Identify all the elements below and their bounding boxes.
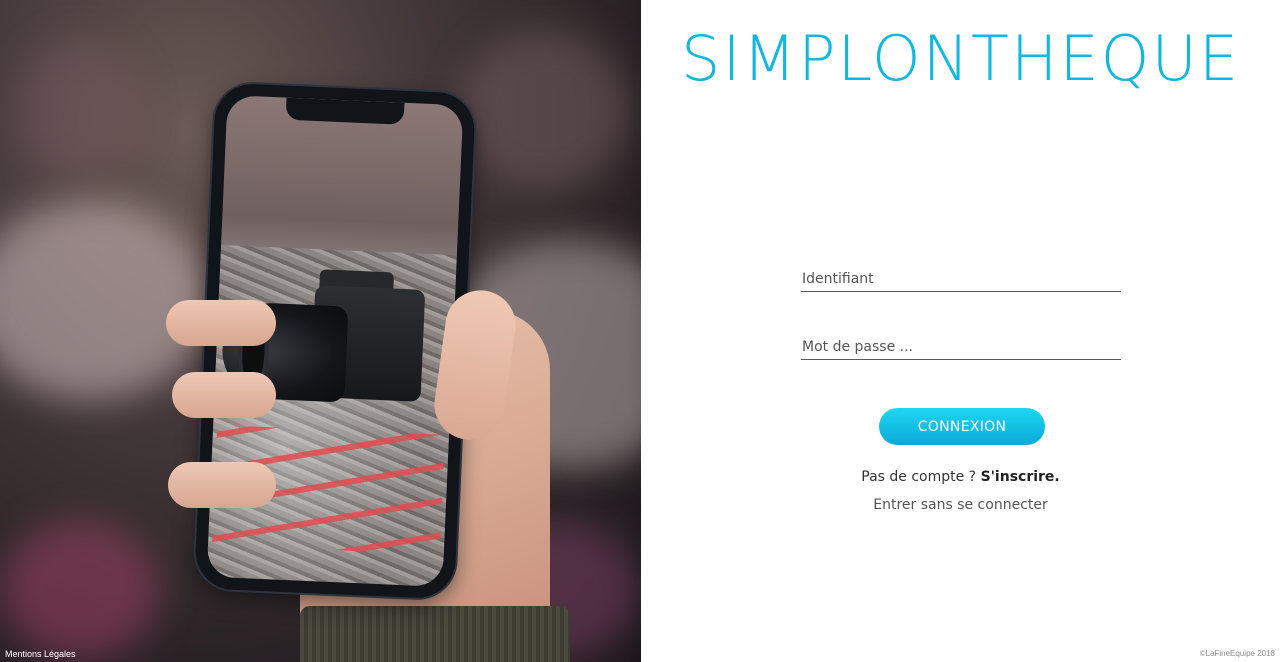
finger-illustration bbox=[172, 372, 276, 418]
guest-entry-link[interactable]: Entrer sans se connecter bbox=[641, 497, 1280, 513]
login-form bbox=[801, 268, 1121, 360]
signup-prompt: Pas de compte ? S'inscrire. bbox=[641, 469, 1280, 485]
background-blur bbox=[0, 520, 160, 660]
login-page: Mentions Légales SIMPLONTHEQUE CONNEXION… bbox=[0, 0, 1280, 662]
signup-prompt-text: Pas de compte ? bbox=[861, 469, 981, 485]
copyright-notice: ©LaFineEquipe 2018 bbox=[1199, 649, 1275, 658]
signup-link[interactable]: S'inscrire. bbox=[981, 469, 1060, 485]
background-blur bbox=[460, 30, 630, 190]
sleeve-illustration bbox=[300, 606, 570, 662]
background-blur bbox=[0, 200, 210, 400]
username-input[interactable] bbox=[801, 268, 1121, 292]
login-panel: SIMPLONTHEQUE CONNEXION Pas de compte ? … bbox=[641, 0, 1280, 662]
brand-title: SIMPLONTHEQUE bbox=[680, 22, 1241, 95]
finger-illustration bbox=[166, 300, 276, 346]
background-blur bbox=[20, 40, 140, 180]
finger-illustration bbox=[168, 462, 276, 508]
hero-photo: Mentions Légales bbox=[0, 0, 641, 662]
password-input[interactable] bbox=[801, 336, 1121, 360]
phone-notch bbox=[285, 97, 405, 125]
login-button[interactable]: CONNEXION bbox=[879, 408, 1045, 445]
legal-notice-link[interactable]: Mentions Légales bbox=[5, 649, 76, 659]
